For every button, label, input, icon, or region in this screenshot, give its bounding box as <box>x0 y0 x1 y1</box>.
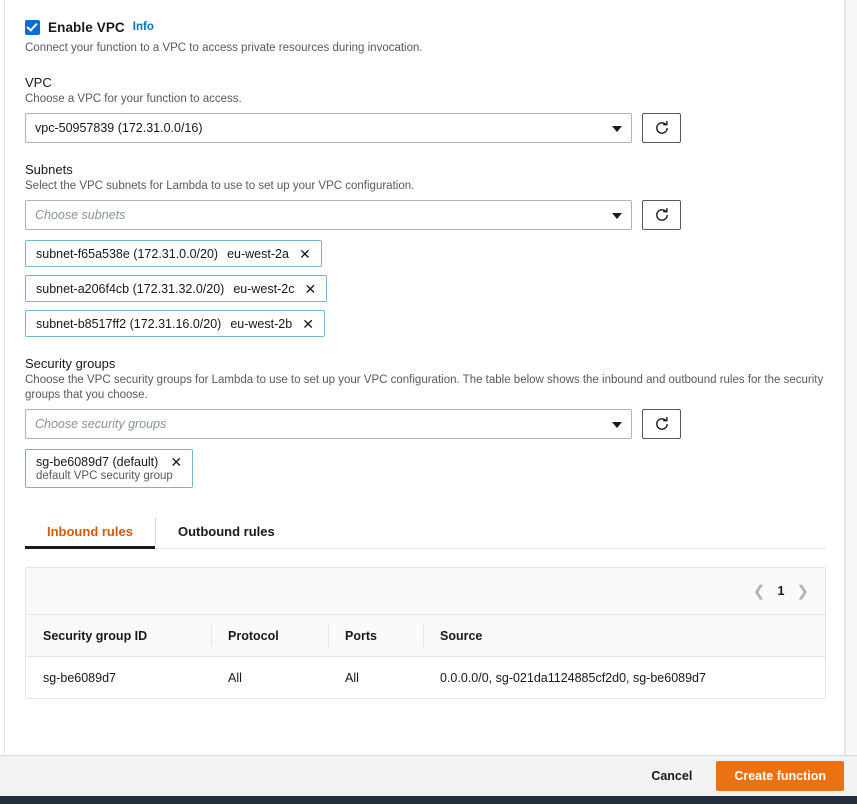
tab-outbound-rules[interactable]: Outbound rules <box>156 514 297 548</box>
security-group-tag-list: sg-be6089d7 (default) ✕ default VPC secu… <box>25 449 824 488</box>
subnet-tag-az: eu-west-2b <box>230 316 293 331</box>
enable-vpc-info-link[interactable]: Info <box>133 21 154 33</box>
cell-ports: All <box>345 670 359 685</box>
cell-protocol: All <box>228 670 242 685</box>
tab-outbound-rules-label: Outbound rules <box>177 523 275 539</box>
subnet-tag: subnet-f65a538e (172.31.0.0/20) eu-west-… <box>25 240 322 267</box>
subnet-tag: subnet-b8517ff2 (172.31.16.0/20) eu-west… <box>25 310 325 337</box>
security-group-tag-label: sg-be6089d7 (default) <box>36 455 159 469</box>
tab-inbound-rules[interactable]: Inbound rules <box>25 514 155 548</box>
vpc-description: Choose a VPC for your function to access… <box>25 93 242 105</box>
tab-active-indicator <box>25 546 155 549</box>
security-groups-select[interactable]: Choose security groups <box>25 409 632 439</box>
rules-table-header: Security group ID Protocol Ports Source <box>26 615 825 657</box>
vpc-label: VPC <box>25 75 52 90</box>
bottom-bar <box>0 796 857 804</box>
pagination-page-1[interactable]: 1 <box>777 584 784 598</box>
tab-underline <box>25 546 826 549</box>
refresh-icon <box>654 207 670 223</box>
column-header-protocol[interactable]: Protocol <box>211 615 328 656</box>
subnets-section: Subnets Select the VPC subnets for Lambd… <box>25 162 824 337</box>
subnet-tag-label: subnet-a206f4cb (172.31.32.0/20) <box>36 281 225 296</box>
subnets-label: Subnets <box>25 162 73 177</box>
table-row: sg-be6089d7 All All 0.0.0.0/0, sg-021da1… <box>26 657 825 698</box>
security-groups-description: Choose the VPC security groups for Lambd… <box>25 374 824 401</box>
security-groups-placeholder: Choose security groups <box>35 417 167 431</box>
subnet-tag-label: subnet-f65a538e (172.31.0.0/20) <box>36 246 219 261</box>
form-footer: Cancel Create function <box>0 755 857 796</box>
vpc-selected-value: vpc-50957839 (172.31.0.0/16) <box>35 121 203 135</box>
security-groups-label: Security groups <box>25 356 116 371</box>
security-groups-input-row: Choose security groups <box>25 409 824 439</box>
subnets-refresh-button[interactable] <box>642 200 681 230</box>
enable-vpc-checkbox[interactable] <box>25 19 40 35</box>
subnet-tag: subnet-a206f4cb (172.31.32.0/20) eu-west… <box>25 275 328 302</box>
subnet-tag-list: subnet-f65a538e (172.31.0.0/20) eu-west-… <box>25 240 824 337</box>
security-group-tag-sublabel: default VPC security group <box>36 470 173 482</box>
close-icon[interactable]: ✕ <box>301 317 315 331</box>
subnet-tag-az: eu-west-2a <box>227 246 289 261</box>
cell-source: 0.0.0.0/0, sg-021da1124885cf2d0, sg-be60… <box>440 670 706 685</box>
rules-table: ❮ 1 ❯ Security group ID Protocol Ports S… <box>25 567 826 699</box>
vpc-settings-panel: Enable VPC Info Connect your function to… <box>4 0 845 755</box>
security-groups-refresh-button[interactable] <box>642 409 681 439</box>
subnets-description: Select the VPC subnets for Lambda to use… <box>25 180 415 192</box>
column-header-security-group-id[interactable]: Security group ID <box>26 615 211 656</box>
vpc-select[interactable]: vpc-50957839 (172.31.0.0/16) <box>25 113 632 143</box>
pagination: ❮ 1 ❯ <box>753 582 809 600</box>
close-icon[interactable]: ✕ <box>303 282 317 296</box>
cell-security-group-id: sg-be6089d7 <box>43 670 116 685</box>
subnets-placeholder: Choose subnets <box>35 208 126 222</box>
chevron-down-icon <box>612 422 622 428</box>
chevron-left-icon[interactable]: ❮ <box>753 582 766 600</box>
rules-tabs: Inbound rules Outbound rules <box>25 514 826 549</box>
security-group-tag: sg-be6089d7 (default) ✕ default VPC secu… <box>25 449 194 488</box>
tab-inbound-rules-label: Inbound rules <box>47 523 133 539</box>
create-function-button[interactable]: Create function <box>716 761 844 791</box>
security-groups-section: Security groups Choose the VPC security … <box>25 356 824 488</box>
rules-tab-list: Inbound rules Outbound rules <box>25 514 824 548</box>
enable-vpc-label: Enable VPC <box>48 19 125 35</box>
security-group-tag-content: sg-be6089d7 (default) ✕ default VPC secu… <box>36 455 183 482</box>
security-group-tag-line: sg-be6089d7 (default) ✕ <box>36 455 183 469</box>
close-icon[interactable]: ✕ <box>169 455 183 469</box>
chevron-down-icon <box>612 126 622 132</box>
refresh-icon <box>654 416 670 432</box>
subnet-tag-az: eu-west-2c <box>233 281 295 296</box>
column-header-ports[interactable]: Ports <box>328 615 423 656</box>
subnet-tag-label: subnet-b8517ff2 (172.31.16.0/20) <box>36 316 222 331</box>
vpc-section: VPC Choose a VPC for your function to ac… <box>25 75 824 143</box>
refresh-icon <box>654 120 670 136</box>
subnets-select[interactable]: Choose subnets <box>25 200 632 230</box>
vpc-input-row: vpc-50957839 (172.31.0.0/16) <box>25 113 824 143</box>
chevron-right-icon[interactable]: ❯ <box>796 582 809 600</box>
rules-table-toolbar: ❮ 1 ❯ <box>26 568 825 615</box>
cancel-button[interactable]: Cancel <box>627 769 716 783</box>
enable-vpc-row[interactable]: Enable VPC Info <box>25 18 824 36</box>
vpc-refresh-button[interactable] <box>642 113 681 143</box>
enable-vpc-description: Connect your function to a VPC to access… <box>25 42 423 54</box>
column-header-source[interactable]: Source <box>423 615 825 656</box>
vpc-configuration-screen: Enable VPC Info Connect your function to… <box>0 0 857 804</box>
panel-right-rail <box>845 0 857 755</box>
close-icon[interactable]: ✕ <box>298 247 312 261</box>
chevron-down-icon <box>612 213 622 219</box>
subnets-input-row: Choose subnets <box>25 200 824 230</box>
